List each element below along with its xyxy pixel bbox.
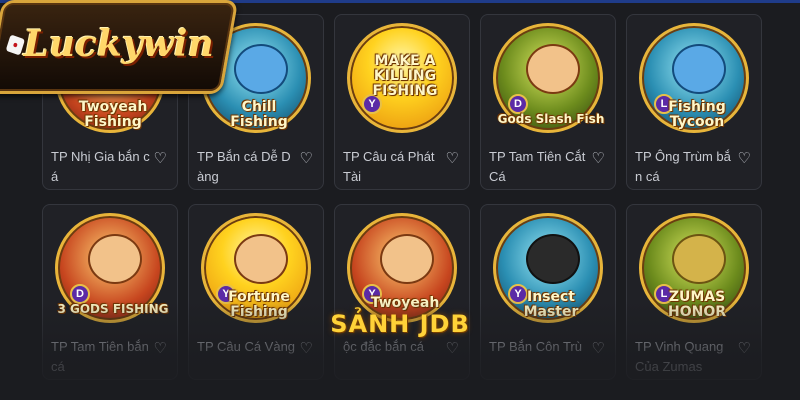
make-a-killing-icon[interactable]: Y MAKE A KILLING FISHING (347, 23, 457, 133)
section-title: SẢNH JDB (330, 310, 470, 338)
heart-icon[interactable]: ♡ (446, 149, 459, 167)
heart-icon[interactable]: ♡ (154, 339, 167, 357)
game-caption: ộc đắc bắn cá (343, 339, 424, 354)
twoyeah-jackpot-icon[interactable]: Y Twoyeah (347, 213, 457, 323)
fishing-tycoon-icon[interactable]: L Fishing Tycoon (639, 23, 749, 133)
game-logo-text: MAKE A KILLING FISHING (372, 53, 438, 99)
game-logo-text: Twoyeah Fishing (78, 99, 148, 130)
game-card[interactable]: Y Fortune Fishing TP Câu Cá Vàng ♡ (188, 204, 324, 380)
character-face (234, 44, 288, 94)
fortune-fishing-icon[interactable]: Y Fortune Fishing (201, 213, 311, 323)
provider-badge: D (70, 284, 90, 304)
heart-icon[interactable]: ♡ (738, 149, 751, 167)
game-card[interactable]: D 3 GODS FISHING TP Tam Tiên bắn cá ♡ (42, 204, 178, 380)
game-card[interactable]: L Fishing Tycoon TP Ông Trùm bắ n cá ♡ (626, 14, 762, 190)
heart-icon[interactable]: ♡ (592, 339, 605, 357)
character-face (88, 234, 142, 284)
game-caption: TP Bắn Côn Trù (489, 339, 582, 354)
game-caption: TP Câu Cá Vàng (197, 339, 296, 354)
zumas-honor-icon[interactable]: L ZUMAS HONOR (639, 213, 749, 323)
game-caption: TP Bắn cá Dễ D àng (197, 149, 291, 184)
gods-slash-fish-icon[interactable]: D Gods Slash Fish (493, 23, 604, 133)
game-card[interactable]: D Gods Slash Fish TP Tam Tiên Cắt Cá ♡ (480, 14, 616, 190)
game-card[interactable]: Y Twoyeah ộc đắc bắn cá ♡ (334, 204, 470, 380)
game-card[interactable]: L ZUMAS HONOR TP Vinh Quang Của Zumas ♡ (626, 204, 762, 380)
character-face (672, 44, 726, 94)
character-face (526, 234, 580, 284)
game-caption: TP Nhị Gia bắn c á (51, 149, 150, 184)
heart-icon[interactable]: ♡ (446, 339, 459, 357)
game-caption: TP Ông Trùm bắ n cá (635, 149, 731, 184)
insect-master-icon[interactable]: Y Insect Master (493, 213, 603, 323)
game-logo-text: Twoyeah (370, 295, 440, 311)
three-gods-icon[interactable]: D 3 GODS FISHING (55, 213, 169, 323)
heart-icon[interactable]: ♡ (300, 339, 313, 357)
game-caption: TP Tam Tiên Cắt Cá (489, 149, 586, 184)
provider-badge: D (508, 94, 528, 114)
dice-icon (5, 34, 26, 56)
game-caption: TP Câu cá Phát Tài (343, 149, 435, 184)
luckywin-logo[interactable]: Luckywin (0, 0, 239, 94)
character-face (380, 234, 434, 284)
game-logo-text: Fishing Tycoon (668, 99, 726, 130)
heart-icon[interactable]: ♡ (592, 149, 605, 167)
character-face (672, 234, 726, 284)
game-caption: TP Vinh Quang Của Zumas (635, 339, 724, 374)
game-card[interactable]: Y Insect Master TP Bắn Côn Trù ♡ (480, 204, 616, 380)
character-face (234, 234, 288, 284)
game-card[interactable]: Y MAKE A KILLING FISHING TP Câu cá Phát … (334, 14, 470, 190)
heart-icon[interactable]: ♡ (300, 149, 313, 167)
game-caption: TP Tam Tiên bắn cá (51, 339, 149, 374)
heart-icon[interactable]: ♡ (154, 149, 167, 167)
game-logo-text: Gods Slash Fish (497, 112, 605, 126)
heart-icon[interactable]: ♡ (738, 339, 751, 357)
logo-text: Luckywin (23, 23, 214, 65)
character-face (526, 44, 580, 94)
game-logo-text: Chill Fishing (230, 99, 288, 130)
